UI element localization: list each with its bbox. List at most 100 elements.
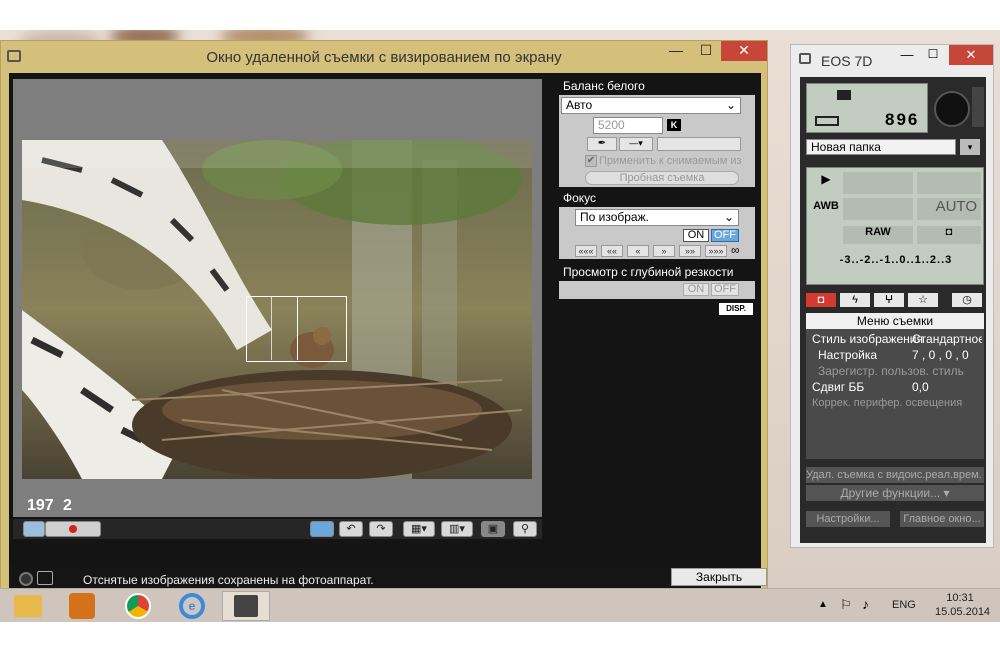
- wb-preset-select[interactable]: —▾: [619, 137, 653, 151]
- focus-frame-divider: [297, 297, 298, 360]
- focus-near-small-button[interactable]: «: [627, 245, 649, 257]
- close-window-button[interactable]: ✕: [721, 41, 767, 61]
- focus-on-button[interactable]: ON: [683, 229, 709, 242]
- settings-panel: Баланс белого Авто ⌄ 5200 K ✒ —▾ ✔ Приме…: [559, 79, 755, 529]
- menu-value: 7 , 0 , 0 , 0: [912, 348, 969, 362]
- metering-cell[interactable]: [843, 198, 913, 220]
- aspect-select-button[interactable]: ▥▾: [441, 521, 473, 537]
- live-view-image[interactable]: [22, 140, 532, 479]
- eos-utility-taskbar-icon[interactable]: [222, 591, 270, 621]
- maximize-button[interactable]: ☐: [691, 41, 721, 61]
- dof-off-button[interactable]: OFF: [711, 283, 739, 296]
- folder-select-button[interactable]: ▾: [960, 139, 980, 155]
- rotate-left-icon[interactable]: ↶: [339, 521, 363, 537]
- focus-near-large-button[interactable]: «««: [575, 245, 597, 257]
- volume-icon[interactable]: ♪: [862, 596, 869, 612]
- movie-icon[interactable]: ▶: [811, 172, 841, 194]
- clock[interactable]: 10:31 15.05.2014: [935, 591, 991, 619]
- eos-minimize-button[interactable]: —: [895, 47, 919, 62]
- file-explorer-icon[interactable]: [4, 591, 52, 621]
- title-bar[interactable]: Окно удаленной съемки с визированием по …: [1, 41, 767, 73]
- infinity-label: ∞: [731, 243, 740, 257]
- kelvin-input[interactable]: 5200: [593, 117, 663, 134]
- settings-button[interactable]: Настройки...: [806, 511, 890, 527]
- focus-mode-select[interactable]: По изображ. ⌄: [575, 209, 739, 226]
- live-view-window: Окно удаленной съемки с визированием по …: [0, 40, 768, 595]
- menu-label: Стиль изображения: [812, 332, 923, 346]
- menu-row-detail[interactable]: Настройка 7 , 0 , 0 , 0: [808, 347, 980, 363]
- menu-title: Меню съемки: [806, 313, 984, 329]
- menu-label: Настройка: [818, 348, 878, 362]
- shooting-menu: Стиль изображения Стандартное Настройка …: [806, 329, 984, 459]
- record-button[interactable]: [45, 521, 101, 537]
- focus-off-button[interactable]: OFF: [711, 229, 739, 242]
- other-functions-label: Другие функции...: [840, 486, 941, 500]
- dof-on-button[interactable]: ON: [683, 283, 709, 296]
- shots-remaining: 896: [885, 110, 920, 129]
- image-quality-cell[interactable]: RAW: [843, 226, 913, 244]
- camera-icon: [837, 90, 851, 100]
- tray-expand-icon[interactable]: ▲: [818, 599, 828, 610]
- menu-row-wb-shift[interactable]: Сдвиг ББ 0,0: [808, 379, 980, 395]
- app-library-icon[interactable]: [58, 591, 106, 621]
- window-title: Окно удаленной съемки с визированием по …: [206, 49, 562, 66]
- close-button[interactable]: Закрыть: [671, 568, 767, 586]
- exposure-scale[interactable]: -3..-2..-1..0..1..2..3: [811, 254, 981, 272]
- shutter-release-button[interactable]: [934, 91, 970, 127]
- folder-field[interactable]: Новая папка: [806, 139, 956, 155]
- grid-overlay-button[interactable]: [310, 521, 334, 537]
- eyedropper-icon[interactable]: ✒: [587, 137, 617, 151]
- dof-preview-section: ON OFF: [559, 281, 755, 299]
- live-view-shooting-button[interactable]: Удал. съемка с видоис.реал.врем.: [806, 467, 984, 483]
- rotate-right-icon[interactable]: ↷: [369, 521, 393, 537]
- focus-far-small-button[interactable]: »: [653, 245, 675, 257]
- wb-mode-select[interactable]: Авто ⌄: [561, 97, 741, 114]
- frame-counter-b: 2: [63, 497, 72, 514]
- wb-icon[interactable]: AWB: [811, 200, 841, 218]
- af-mf-switch[interactable]: [972, 87, 984, 127]
- kelvin-unit-label: K: [667, 119, 681, 131]
- language-indicator[interactable]: ENG: [892, 599, 916, 611]
- focus-near-medium-button[interactable]: ««: [601, 245, 623, 257]
- view-mode-button[interactable]: [23, 521, 45, 537]
- tab-shooting[interactable]: ◘: [806, 293, 836, 307]
- camera-settings-icon[interactable]: ◘: [917, 226, 981, 244]
- network-icon[interactable]: ⚐: [840, 597, 852, 613]
- pc-transfer-icon: [37, 571, 53, 585]
- test-shot-button[interactable]: Пробная съемка: [585, 171, 739, 185]
- exposure-sim-icon[interactable]: ▣: [481, 521, 505, 537]
- main-window-button[interactable]: Главное окно...: [900, 511, 984, 527]
- other-functions-button[interactable]: Другие функции... ▾: [806, 485, 984, 501]
- grid-select-button[interactable]: ▦▾: [403, 521, 435, 537]
- focus-frame[interactable]: [246, 296, 347, 362]
- live-view-toolbar: ↶ ↷ ▦▾ ▥▾ ▣ ⚲: [13, 519, 542, 539]
- focus-far-large-button[interactable]: »»»: [705, 245, 727, 257]
- eos-panel: 896 Новая папка ▾ ▶ AWB AUTO RAW ◘ -3..-…: [800, 77, 986, 543]
- tab-settings[interactable]: ⵖ: [874, 293, 904, 307]
- eos-utility-window: EOS 7D — ☐ ✕ 896 Новая папка ▾ ▶ AWB AUT…: [790, 44, 994, 548]
- tab-flash[interactable]: ϟ: [840, 293, 870, 307]
- clock-time: 10:31: [946, 592, 974, 604]
- battery-icon: [815, 116, 839, 126]
- tab-timer[interactable]: ◷: [952, 293, 982, 307]
- apply-checkbox[interactable]: ✔: [585, 155, 597, 167]
- chevron-down-icon: ⌄: [723, 210, 734, 224]
- status-message: Отснятые изображения сохранены на фотоап…: [83, 573, 374, 587]
- frame-counter-a: 197: [27, 497, 54, 514]
- zoom-icon[interactable]: ⚲: [513, 521, 537, 537]
- internet-explorer-icon[interactable]: e: [168, 591, 216, 621]
- clock-date: 15.05.2014: [935, 606, 991, 618]
- chrome-icon[interactable]: [114, 591, 162, 621]
- tab-custom[interactable]: ☆: [908, 293, 938, 307]
- menu-label: Зарегистр. пользов. стиль: [818, 364, 964, 378]
- eos-maximize-button[interactable]: ☐: [921, 47, 945, 61]
- menu-row-picture-style[interactable]: Стиль изображения Стандартное: [808, 331, 982, 347]
- focus-far-medium-button[interactable]: »»: [679, 245, 701, 257]
- minimize-button[interactable]: —: [661, 41, 691, 61]
- iso-cell[interactable]: [917, 172, 981, 194]
- top-lcd: 896: [806, 83, 928, 133]
- iso-auto-label[interactable]: AUTO: [917, 198, 981, 220]
- eos-close-button[interactable]: ✕: [949, 45, 993, 65]
- shooting-mode-cell[interactable]: [843, 172, 913, 194]
- disp-button[interactable]: DISP.: [719, 303, 753, 315]
